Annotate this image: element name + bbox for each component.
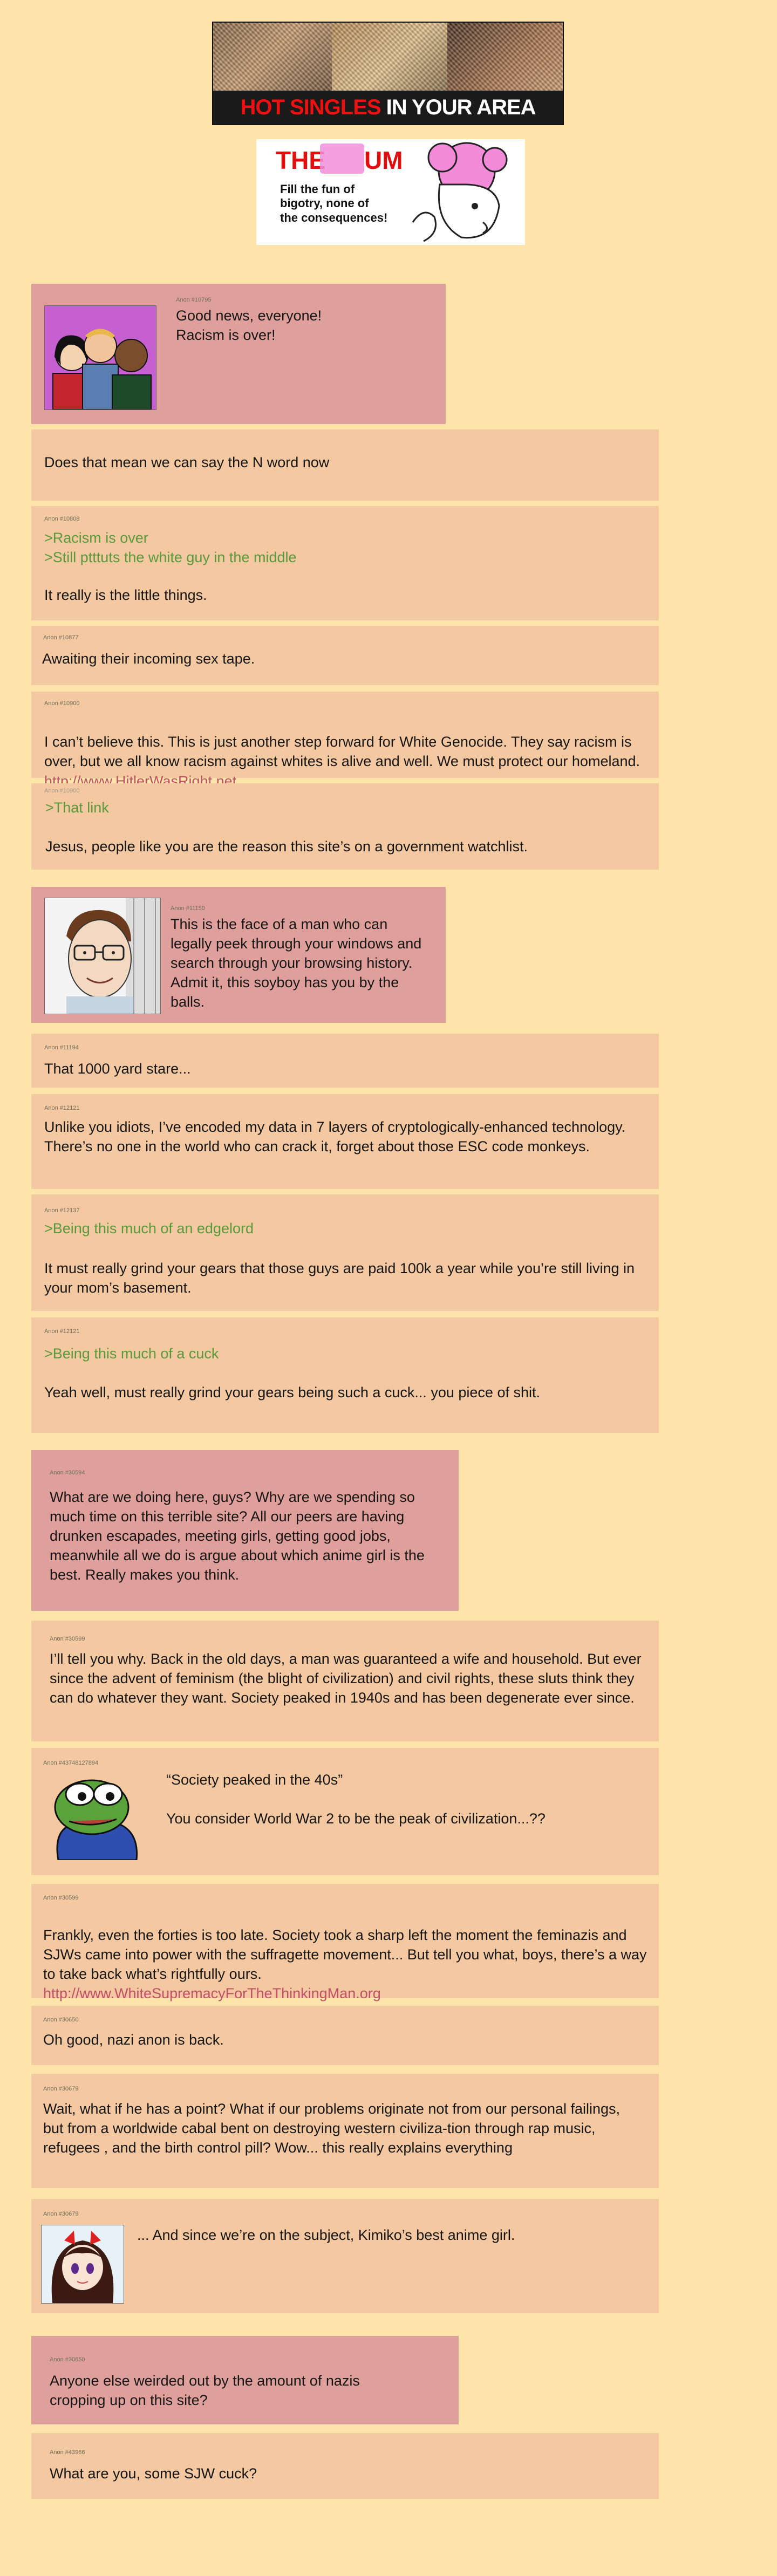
- reply-post[interactable]: Anon #12137 >Being this much of an edgel…: [31, 1194, 659, 1311]
- post-id: Anon #30679: [43, 2086, 79, 2092]
- post-text: What are you, some SJW cuck?: [50, 2465, 257, 2482]
- reply-post[interactable]: Anon #10900 I can’t believe this. This i…: [31, 692, 659, 789]
- post-text: This is the face of a man who can legall…: [171, 916, 422, 1010]
- post-id: Anon #43966: [50, 2449, 85, 2456]
- logo-censor-blot: [320, 144, 364, 174]
- reply-post[interactable]: Anon #10900 >That link Jesus, people lik…: [31, 783, 659, 870]
- reply-post[interactable]: Anon #30679 ... And since we’re on the s…: [31, 2199, 659, 2313]
- greentext-quote: >That link: [45, 800, 109, 816]
- post-text: Anyone else weirded out by the amount of…: [50, 2373, 360, 2408]
- soyboy-face-image[interactable]: [44, 898, 161, 1014]
- reply-post[interactable]: Anon #12121 Unlike you idiots, I’ve enco…: [31, 1094, 659, 1189]
- logo-mascot-image: [412, 142, 508, 242]
- post-id: Anon #30594: [50, 1470, 85, 1476]
- post-id: Anon #10808: [44, 516, 80, 522]
- post-id: Anon #10877: [43, 634, 79, 641]
- post-text: Unlike you idiots, I’ve encoded my data …: [44, 1119, 626, 1154]
- greentext-quote: >Still ptttuts the white guy in the midd…: [44, 549, 297, 565]
- post-id: Anon #12121: [44, 1105, 80, 1111]
- post-id: Anon #10795: [176, 297, 212, 303]
- reply-post[interactable]: Anon #30599 Frankly, even the forties is…: [31, 1884, 659, 2001]
- external-link[interactable]: http://www.WhiteSupremacyForTheThinkingM…: [43, 1985, 381, 2001]
- op-post[interactable]: Anon #30594 What are we doing here, guys…: [31, 1450, 459, 1611]
- reply-post[interactable]: Anon #30650 Oh good, nazi anon is back.: [31, 2006, 659, 2065]
- reply-post[interactable]: Anon #43966 What are you, some SJW cuck?: [31, 2433, 659, 2499]
- post-id: Anon #11150: [171, 905, 205, 912]
- post-id: Anon #10900: [44, 788, 80, 794]
- pepe-frog-image[interactable]: [42, 1769, 145, 1860]
- reply-post[interactable]: Anon #30679 Wait, what if he has a point…: [31, 2074, 659, 2188]
- post-text: It really is the little things.: [44, 587, 207, 603]
- op-post[interactable]: Anon #30650 Anyone else weirded out by t…: [31, 2336, 459, 2424]
- banner-rest-text: IN YOUR AREA: [386, 95, 536, 119]
- post-id: Anon #30599: [50, 1636, 85, 1642]
- post-body: I can’t believe this. This is just anoth…: [44, 733, 640, 770]
- post-text: Jesus, people like you are the reason th…: [45, 838, 528, 855]
- post-id: Anon #30650: [50, 2356, 85, 2363]
- post-id: Anon #12137: [44, 1207, 80, 1214]
- post-id: Anon #30650: [43, 2017, 79, 2023]
- post-id: Anon #10900: [44, 700, 80, 707]
- post-text: What are we doing here, guys? Why are we…: [50, 1489, 425, 1583]
- banner-caption-strip: HOT SINGLES IN YOUR AREA: [213, 91, 563, 124]
- post-id: Anon #11194: [44, 1044, 79, 1051]
- greentext-quote: >Being this much of a cuck: [44, 1345, 219, 1362]
- hot-singles-banner-ad[interactable]: HOT SINGLES IN YOUR AREA: [212, 22, 564, 125]
- reply-post[interactable]: Anon #11194 That 1000 yard stare...: [31, 1034, 659, 1088]
- reply-post[interactable]: Anon #12121 >Being this much of a cuck Y…: [31, 1317, 659, 1433]
- greentext-quote: >Racism is over: [44, 530, 148, 546]
- post-text: Does that mean we can say the N word now: [44, 454, 330, 470]
- op-post[interactable]: Anon #10795 Good news, everyone! Racism …: [31, 284, 446, 424]
- banner-hot-text: HOT SINGLES: [240, 95, 381, 119]
- post-text: “Society peaked in the 40s” You consider…: [166, 1772, 546, 1827]
- post-id: Anon #30679: [43, 2211, 79, 2217]
- post-id: Anon #12121: [44, 1328, 80, 1335]
- post-id: Anon #30599: [43, 1895, 79, 1901]
- reply-post[interactable]: Does that mean we can say the N word now: [31, 429, 659, 501]
- reply-post[interactable]: Anon #10808 >Racism is over >Still ptttu…: [31, 506, 659, 620]
- logo-um-text: UM: [364, 146, 403, 174]
- post-text: I’ll tell you why. Back in the old days,…: [50, 1651, 642, 1706]
- op-post[interactable]: Anon #11150 This is the face of a man wh…: [31, 887, 446, 1023]
- post-text: Yeah well, must really grind your gears …: [44, 1384, 540, 1400]
- forum-logo[interactable]: THE UM Fill the fun of bigotry, none of …: [256, 139, 525, 245]
- post-text: That 1000 yard stare...: [44, 1061, 191, 1077]
- post-text: I can’t believe this. This is just anoth…: [44, 712, 649, 791]
- post-text: ... And since we’re on the subject, Kimi…: [137, 2227, 515, 2243]
- post-body: Frankly, even the forties is too late. S…: [43, 1926, 647, 1982]
- post-text: Oh good, nazi anon is back.: [43, 2032, 224, 2048]
- reply-post[interactable]: Anon #43748127894 “Society peaked in the…: [31, 1748, 659, 1875]
- reply-post[interactable]: Anon #30599 I’ll tell you why. Back in t…: [31, 1621, 659, 1741]
- post-text: Awaiting their incoming sex tape.: [42, 651, 255, 667]
- post-text: It must really grind your gears that tho…: [44, 1260, 635, 1296]
- post-text: Wait, what if he has a point? What if ou…: [43, 2101, 621, 2156]
- three-people-cartoon-image[interactable]: [44, 305, 156, 410]
- post-id: Anon #43748127894: [43, 1760, 99, 1766]
- post-text: Frankly, even the forties is too late. S…: [43, 1907, 648, 2004]
- greentext-quote: >Being this much of an edgelord: [44, 1220, 254, 1236]
- logo-tagline: Fill the fun of bigotry, none of the con…: [280, 182, 388, 224]
- reply-post[interactable]: Anon #10877 Awaiting their incoming sex …: [31, 626, 659, 685]
- anime-girl-image[interactable]: [41, 2225, 124, 2304]
- logo-the-text: THE: [276, 146, 325, 174]
- post-text: Good news, everyone! Racism is over!: [176, 308, 322, 343]
